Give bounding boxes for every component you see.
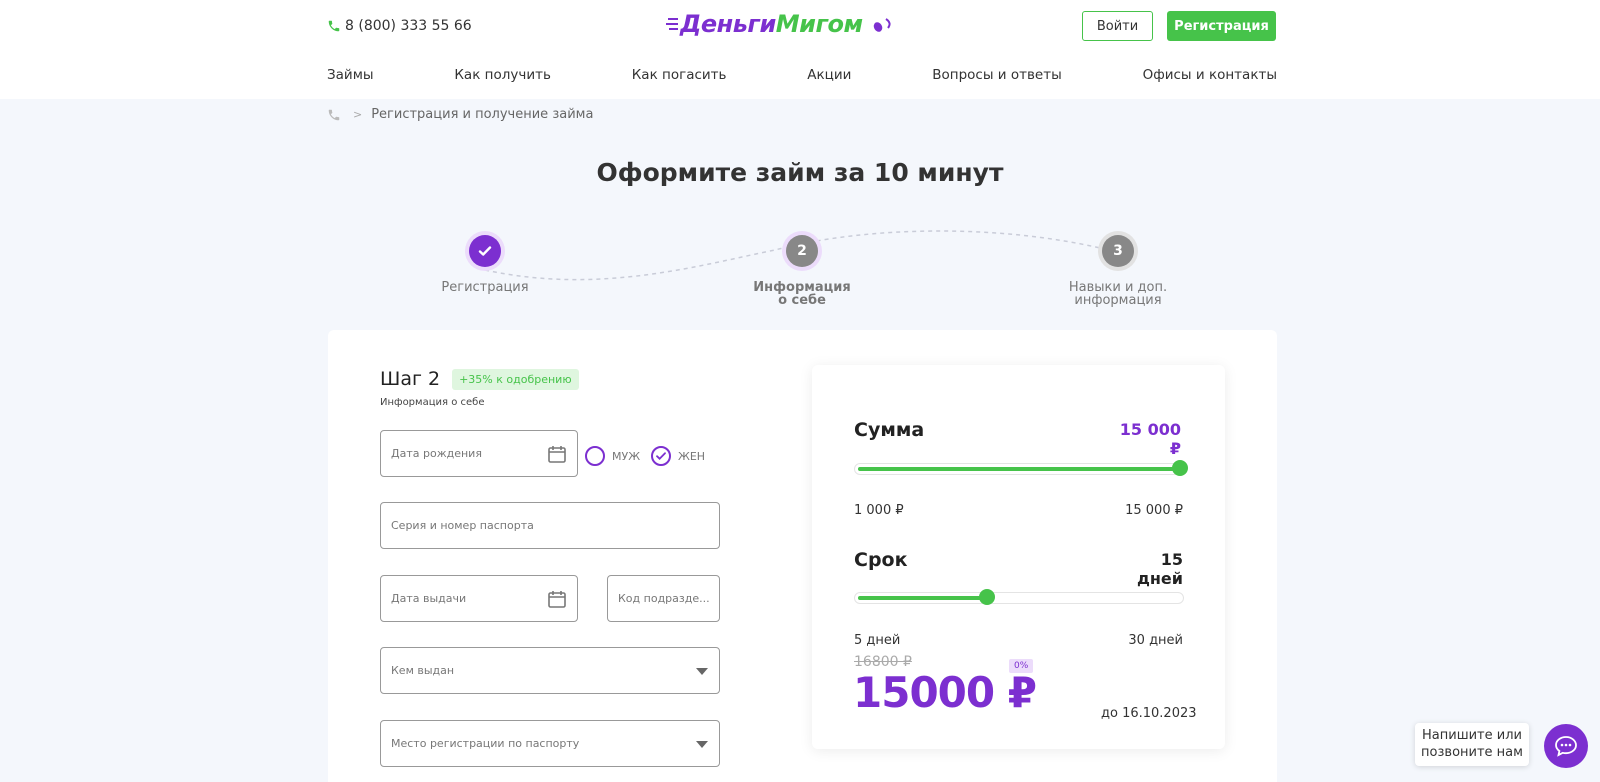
login-button[interactable]: Войти	[1082, 11, 1153, 41]
radio-circle-male	[585, 446, 605, 466]
division-code-field[interactable]: Код подразде...	[607, 575, 720, 622]
step-3-circle: 3	[1098, 231, 1138, 271]
chat-icon	[1555, 736, 1577, 757]
step-1-label: Регистрация	[441, 280, 529, 295]
amount-value: 15 000 ₽	[1119, 420, 1181, 458]
logo-coin-icon	[874, 18, 892, 32]
passport-field[interactable]: Серия и номер паспорта	[380, 502, 720, 549]
phone-number: 8 (800) 333 55 66	[345, 18, 472, 34]
step-registration: Регистрация	[435, 231, 535, 294]
total-price: 15000 ₽	[853, 668, 1037, 717]
breadcrumb-current: Регистрация и получение займа	[371, 107, 594, 122]
breadcrumb-home-phone-icon[interactable]	[327, 108, 341, 122]
registration-place-select[interactable]: Место регистрации по паспорту	[380, 720, 720, 767]
step-3-label: Навыки и доп. информация	[1068, 280, 1168, 308]
chat-button[interactable]	[1544, 724, 1588, 768]
birth-date-placeholder: Дата рождения	[391, 447, 482, 460]
term-slider[interactable]	[854, 589, 1184, 605]
term-slider-handle[interactable]	[979, 589, 995, 605]
logo-text-part2: Мигом	[775, 10, 863, 38]
amount-slider-handle[interactable]	[1172, 460, 1188, 476]
nav-item-faq[interactable]: Вопросы и ответы	[932, 67, 1062, 83]
issue-date-placeholder: Дата выдачи	[391, 592, 467, 605]
chat-prompt-bubble[interactable]: Напишите или позвоните нам	[1415, 723, 1529, 766]
step-3-number: 3	[1102, 235, 1134, 267]
step-2-number: 2	[786, 235, 818, 267]
radio-circle-female	[651, 446, 671, 466]
page-title: Оформите займ за 10 минут	[596, 158, 1004, 187]
form-step-subtitle: Информация о себе	[380, 397, 485, 408]
main-nav: Займы Как получить Как погасить Акции Во…	[327, 67, 1277, 83]
passport-placeholder: Серия и номер паспорта	[391, 519, 534, 532]
chevron-down-icon	[696, 667, 708, 675]
gender-female-radio[interactable]: ЖЕН	[651, 446, 705, 466]
calendar-icon[interactable]	[547, 589, 567, 609]
calendar-icon[interactable]	[547, 444, 567, 464]
nav-item-loans[interactable]: Займы	[327, 67, 374, 83]
radio-checkmark-icon	[656, 452, 666, 460]
term-slider-fill	[858, 596, 987, 600]
amount-label: Сумма	[854, 419, 925, 441]
amount-slider-fill	[858, 467, 1180, 471]
form-step-title: Шаг 2	[380, 368, 441, 390]
chevron-down-icon	[696, 740, 708, 748]
due-date: до 16.10.2023	[1101, 706, 1197, 721]
step-2-circle: 2	[782, 231, 822, 271]
logo[interactable]: ДеньгиМигом	[666, 10, 896, 38]
checkmark-icon	[478, 246, 492, 256]
registration-place-placeholder: Место регистрации по паспорту	[391, 737, 580, 750]
logo-text-part1: Деньги	[680, 10, 776, 38]
term-max: 30 дней	[1128, 633, 1183, 648]
form-step-header: Шаг 2 +35% к одобрению	[380, 368, 579, 390]
header-phone-link[interactable]: 8 (800) 333 55 66	[327, 18, 472, 34]
nav-item-how-to-repay[interactable]: Как погасить	[632, 67, 727, 83]
issued-by-placeholder: Кем выдан	[391, 664, 455, 677]
term-min: 5 дней	[854, 633, 901, 648]
nav-item-promotions[interactable]: Акции	[807, 67, 851, 83]
term-value: 15 дней	[1136, 550, 1183, 588]
issue-date-field[interactable]: Дата выдачи	[380, 575, 578, 622]
breadcrumb-separator: >	[353, 108, 363, 121]
birth-date-field[interactable]: Дата рождения	[380, 430, 578, 477]
phone-icon	[328, 20, 340, 32]
nav-item-offices-contacts[interactable]: Офисы и контакты	[1143, 67, 1277, 83]
step-skills: 3 Навыки и доп. информация	[1068, 231, 1168, 307]
amount-max: 15 000 ₽	[1125, 503, 1183, 518]
amount-min: 1 000 ₽	[854, 503, 904, 518]
chat-prompt-line1: Напишите или	[1422, 728, 1522, 743]
step-2-label: Информация о себе	[753, 280, 851, 308]
breadcrumb: > Регистрация и получение займа	[327, 107, 593, 122]
division-code-placeholder: Код подразде...	[618, 592, 710, 605]
approval-badge: +35% к одобрению	[452, 368, 579, 390]
amount-slider[interactable]	[854, 460, 1188, 476]
term-label: Срок	[854, 549, 908, 571]
gender-male-radio[interactable]: МУЖ	[585, 446, 640, 466]
step-1-circle	[465, 231, 505, 271]
logo-speed-lines-icon	[666, 18, 678, 30]
issued-by-select[interactable]: Кем выдан	[380, 647, 720, 694]
chat-prompt-line2: позвоните нам	[1421, 745, 1523, 760]
gender-male-label: МУЖ	[612, 449, 641, 463]
nav-item-how-to-get[interactable]: Как получить	[454, 67, 551, 83]
gender-female-label: ЖЕН	[678, 449, 706, 463]
register-button[interactable]: Регистрация	[1167, 11, 1276, 41]
step-info: 2 Информация о себе	[750, 231, 854, 307]
